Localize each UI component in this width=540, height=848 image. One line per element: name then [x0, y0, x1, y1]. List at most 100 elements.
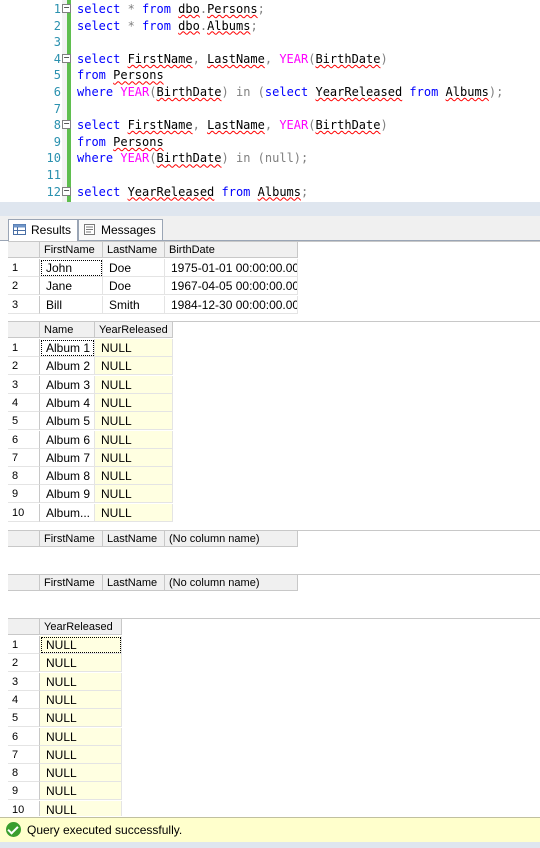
grid-cell[interactable]: NULL: [95, 375, 173, 394]
grid-cell[interactable]: NULL: [95, 412, 173, 431]
row-number[interactable]: 6: [8, 430, 40, 449]
grid-cell[interactable]: NULL: [40, 745, 122, 764]
grid-cell[interactable]: Jane: [40, 277, 103, 296]
row-number[interactable]: 3: [8, 375, 40, 394]
grid-cell[interactable]: Album 8: [40, 467, 95, 486]
row-number[interactable]: 2: [8, 654, 40, 673]
grid-select-all-corner[interactable]: [8, 242, 40, 258]
row-number[interactable]: 7: [8, 745, 40, 764]
row-number[interactable]: 1: [8, 636, 40, 654]
grid-cell[interactable]: NULL: [95, 339, 173, 357]
result-grid-years[interactable]: YearReleased 1 NULL 2 NULL 3 NULL 4 NULL 5 NULL 6 NU…: [8, 618, 540, 816]
row-number[interactable]: 4: [8, 393, 40, 412]
grid-cell[interactable]: 1984-12-30 00:00:00.000: [165, 295, 298, 314]
column-header[interactable]: (No column name): [165, 575, 298, 591]
column-header[interactable]: YearReleased: [95, 322, 173, 338]
row-number[interactable]: 4: [8, 690, 40, 709]
code-line[interactable]: 3: [0, 34, 540, 50]
code-line[interactable]: 6 where YEAR(BirthDate) in (select YearRe…: [0, 84, 540, 100]
editor-results-splitter[interactable]: [0, 202, 540, 216]
grid-select-all-corner[interactable]: [8, 322, 40, 338]
column-header[interactable]: BirthDate: [165, 242, 298, 258]
code-line[interactable]: 10 where YEAR(BirthDate) in (null);: [0, 150, 540, 166]
grid-cell[interactable]: NULL: [40, 764, 122, 783]
code-line[interactable]: 12− select YearReleased from Albums;: [0, 184, 540, 200]
grid-cell[interactable]: NULL: [40, 782, 122, 801]
grid-cell[interactable]: NULL: [40, 709, 122, 728]
collapse-region-icon[interactable]: −: [62, 4, 71, 13]
grid-cell[interactable]: 1967-04-05 00:00:00.000: [165, 277, 298, 296]
code-line[interactable]: 11: [0, 167, 540, 183]
grid-cell[interactable]: 1975-01-01 00:00:00.000: [165, 259, 298, 277]
grid-cell[interactable]: Doe: [103, 259, 165, 277]
row-number[interactable]: 5: [8, 709, 40, 728]
row-number[interactable]: 2: [8, 357, 40, 376]
grid-cell[interactable]: Album 2: [40, 357, 95, 376]
grid-cell[interactable]: NULL: [95, 467, 173, 486]
grid-cell[interactable]: NULL: [40, 690, 122, 709]
column-header[interactable]: YearReleased: [40, 619, 122, 635]
column-header[interactable]: FirstName: [40, 242, 103, 258]
grid-cell[interactable]: Album 7: [40, 448, 95, 467]
grid-cell[interactable]: Doe: [103, 277, 165, 296]
code-line[interactable]: 7: [0, 101, 540, 117]
result-grid-empty-1[interactable]: FirstName LastName (No column name): [8, 530, 540, 571]
grid-cell[interactable]: Album 3: [40, 375, 95, 394]
column-header[interactable]: FirstName: [40, 531, 103, 547]
grid-select-all-corner[interactable]: [8, 575, 40, 591]
grid-cell[interactable]: John: [40, 259, 103, 277]
row-number[interactable]: 3: [8, 295, 40, 314]
row-number[interactable]: 5: [8, 412, 40, 431]
grid-cell[interactable]: NULL: [95, 357, 173, 376]
row-number[interactable]: 10: [8, 800, 40, 816]
code-line[interactable]: 9 from Persons: [0, 134, 540, 150]
collapse-region-icon[interactable]: −: [62, 186, 71, 196]
collapse-region-icon[interactable]: −: [62, 53, 71, 63]
grid-cell[interactable]: NULL: [95, 503, 173, 522]
code-line[interactable]: 4− select FirstName, LastName, YEAR(Birth…: [0, 51, 540, 67]
grid-cell[interactable]: NULL: [95, 430, 173, 449]
grid-cell[interactable]: Album...: [40, 503, 95, 522]
grid-cell[interactable]: NULL: [95, 448, 173, 467]
row-number[interactable]: 1: [8, 339, 40, 357]
row-number[interactable]: 9: [8, 782, 40, 801]
grid-cell[interactable]: NULL: [40, 800, 122, 816]
row-number[interactable]: 8: [8, 467, 40, 486]
grid-cell[interactable]: NULL: [40, 672, 122, 691]
code-line[interactable]: 5 from Persons: [0, 67, 540, 83]
column-header[interactable]: (No column name): [165, 531, 298, 547]
column-header[interactable]: Name: [40, 322, 95, 338]
grid-select-all-corner[interactable]: [8, 619, 40, 635]
row-number[interactable]: 8: [8, 764, 40, 783]
column-header[interactable]: FirstName: [40, 575, 103, 591]
result-grid-albums[interactable]: Name YearReleased 1 Album 1 NULL 2 Album 2 NULL…: [8, 321, 540, 527]
grid-cell[interactable]: Album 9: [40, 485, 95, 504]
result-grid-persons[interactable]: FirstName LastName BirthDate 1 John Doe 1975-0…: [8, 241, 540, 320]
tab-messages[interactable]: Messages: [78, 219, 163, 240]
column-header[interactable]: LastName: [103, 242, 165, 258]
row-number[interactable]: 1: [8, 259, 40, 277]
grid-cell[interactable]: Album 4: [40, 393, 95, 412]
result-grid-empty-2[interactable]: FirstName LastName (No column name): [8, 574, 540, 617]
grid-select-all-corner[interactable]: [8, 531, 40, 547]
grid-cell[interactable]: NULL: [40, 654, 122, 673]
grid-cell[interactable]: Smith: [103, 295, 165, 314]
row-number[interactable]: 7: [8, 448, 40, 467]
row-number[interactable]: 9: [8, 485, 40, 504]
row-number[interactable]: 10: [8, 503, 40, 522]
grid-cell[interactable]: NULL: [95, 485, 173, 504]
code-line[interactable]: 2 select * from dbo.Albums;: [0, 18, 540, 34]
grid-cell[interactable]: Bill: [40, 295, 103, 314]
row-number[interactable]: 2: [8, 277, 40, 296]
grid-cell[interactable]: Album 1: [40, 339, 95, 357]
tab-results[interactable]: Results: [8, 219, 79, 241]
row-number[interactable]: 3: [8, 672, 40, 691]
grid-cell[interactable]: Album 6: [40, 430, 95, 449]
code-line[interactable]: 8− select FirstName, LastName, YEAR(Birth…: [0, 117, 540, 133]
column-header[interactable]: LastName: [103, 575, 165, 591]
grid-cell[interactable]: NULL: [95, 393, 173, 412]
row-number[interactable]: 6: [8, 727, 40, 746]
grid-cell[interactable]: NULL: [40, 727, 122, 746]
code-line[interactable]: 1− select * from dbo.Persons;: [0, 1, 540, 17]
grid-cell[interactable]: Album 5: [40, 412, 95, 431]
